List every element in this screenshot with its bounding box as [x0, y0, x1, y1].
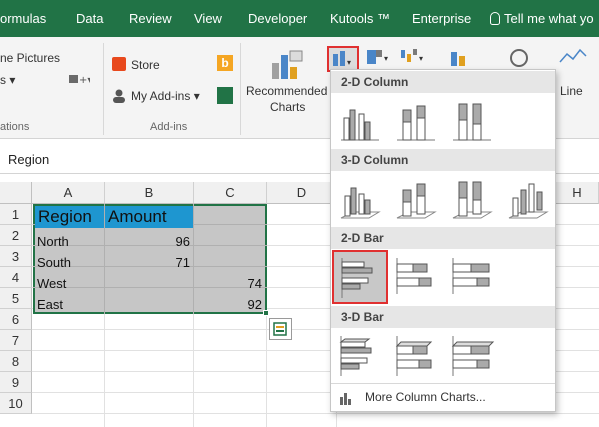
ribbon-tab-bar: ormulas Data Review View Developer Kutoo…: [0, 0, 599, 37]
smartart-icon[interactable]: +▾: [68, 73, 92, 86]
gridline: [32, 413, 599, 414]
tell-me-box[interactable]: Tell me what yo: [490, 0, 594, 37]
svg-text:▾: ▾: [384, 54, 388, 63]
tab-formulas[interactable]: ormulas: [0, 0, 46, 37]
quick-analysis-icon: [273, 322, 287, 336]
cell-a2[interactable]: North: [34, 231, 104, 252]
stacked-column-icon[interactable]: [391, 98, 439, 144]
tab-review[interactable]: Review: [129, 0, 172, 37]
group-label-addins: Add-ins: [150, 121, 188, 133]
3d-stacked-column-icon[interactable]: [391, 176, 439, 222]
tab-kutools[interactable]: Kutools ™: [330, 0, 390, 37]
corner-select-all[interactable]: [0, 182, 32, 204]
recommended-charts-label-2[interactable]: Charts: [270, 100, 305, 114]
cell-a1[interactable]: Region: [35, 206, 104, 228]
more-column-charts-item[interactable]: More Column Charts...: [337, 388, 547, 408]
shapes-button[interactable]: s ▾: [0, 73, 15, 87]
section-3d-column: 3-D Column: [331, 149, 555, 171]
my-addins-label: My Add-ins: [131, 89, 191, 103]
cell-a3[interactable]: South: [34, 252, 104, 273]
tab-data[interactable]: Data: [76, 0, 103, 37]
cell-b3[interactable]: 71: [105, 252, 193, 273]
formula-bar-content[interactable]: Region: [8, 152, 49, 167]
my-addins-icon: [112, 89, 126, 103]
tab-view[interactable]: View: [194, 0, 222, 37]
column-chart-dropdown: 2-D Column 3-D Column 2-D Bar 3-D Bar Mo…: [330, 69, 556, 412]
recommended-charts-label-1[interactable]: Recommended: [246, 84, 327, 98]
tab-developer[interactable]: Developer: [248, 0, 307, 37]
row-header[interactable]: 4: [0, 267, 32, 288]
3d-100-stacked-bar-icon[interactable]: [447, 332, 495, 378]
column-header-d[interactable]: D: [267, 182, 337, 204]
column-header-c[interactable]: C: [194, 182, 267, 204]
more-column-charts-label: More Column Charts...: [365, 390, 486, 404]
cell-c5[interactable]: 92: [194, 294, 265, 315]
clustered-column-icon[interactable]: [335, 98, 383, 144]
sparkline-line-icon[interactable]: [558, 46, 588, 72]
3d-clustered-column-icon[interactable]: [335, 176, 383, 222]
section-3d-bar: 3-D Bar: [331, 306, 555, 328]
store-button[interactable]: Store: [131, 58, 160, 72]
recommended-charts-icon[interactable]: [270, 49, 304, 81]
100-stacked-bar-icon[interactable]: [447, 252, 495, 298]
column-header-a[interactable]: A: [32, 182, 105, 204]
cell-b2[interactable]: 96: [105, 231, 193, 252]
row-header[interactable]: 3: [0, 246, 32, 267]
row-header[interactable]: 9: [0, 372, 32, 393]
column-header-h[interactable]: H: [556, 182, 599, 204]
column-header-b[interactable]: B: [105, 182, 194, 204]
svg-text:▾: ▾: [419, 54, 423, 63]
my-addins-button[interactable]: My Add-ins ▾: [131, 89, 200, 103]
tell-me-label: Tell me what yo: [504, 11, 594, 26]
ribbon-separator: [103, 43, 104, 135]
menu-divider: [331, 383, 555, 384]
svg-text:+▾: +▾: [79, 75, 90, 86]
people-graph-icon[interactable]: [217, 87, 233, 104]
row-header[interactable]: 7: [0, 330, 32, 351]
bing-icon[interactable]: b: [217, 55, 233, 71]
clustered-bar-icon[interactable]: [332, 250, 388, 304]
column-chart-icon: [340, 393, 351, 405]
3d-stacked-bar-icon[interactable]: [391, 332, 439, 378]
online-pictures-button[interactable]: ne Pictures: [0, 51, 60, 65]
fill-handle[interactable]: [263, 310, 269, 316]
3d-column-icon[interactable]: [503, 176, 551, 222]
cell-a5[interactable]: East: [34, 294, 104, 315]
cell-c4[interactable]: 74: [194, 273, 265, 294]
cell-b1[interactable]: Amount: [105, 206, 193, 228]
ribbon-separator: [240, 43, 241, 135]
row-header[interactable]: 6: [0, 309, 32, 330]
store-icon: [112, 57, 126, 71]
row-header[interactable]: 2: [0, 225, 32, 246]
3d-100-stacked-column-icon[interactable]: [447, 176, 495, 222]
3d-clustered-bar-icon[interactable]: [335, 332, 383, 378]
100-stacked-column-icon[interactable]: [447, 98, 495, 144]
cell-a4[interactable]: West: [34, 273, 104, 294]
sparkline-line-button[interactable]: Line: [560, 84, 583, 98]
section-2d-bar: 2-D Bar: [331, 227, 555, 249]
stacked-bar-icon[interactable]: [391, 252, 439, 298]
tab-enterprise[interactable]: Enterprise: [412, 0, 471, 37]
quick-analysis-button[interactable]: [269, 318, 292, 340]
section-2d-column: 2-D Column: [331, 71, 555, 93]
row-header[interactable]: 5: [0, 288, 32, 309]
lightbulb-icon: [490, 12, 500, 25]
group-label-illustrations: ations: [0, 121, 30, 133]
row-header[interactable]: 8: [0, 351, 32, 372]
svg-text:▾: ▾: [347, 58, 351, 67]
row-header[interactable]: 10: [0, 393, 32, 414]
row-header[interactable]: 1: [0, 204, 32, 225]
